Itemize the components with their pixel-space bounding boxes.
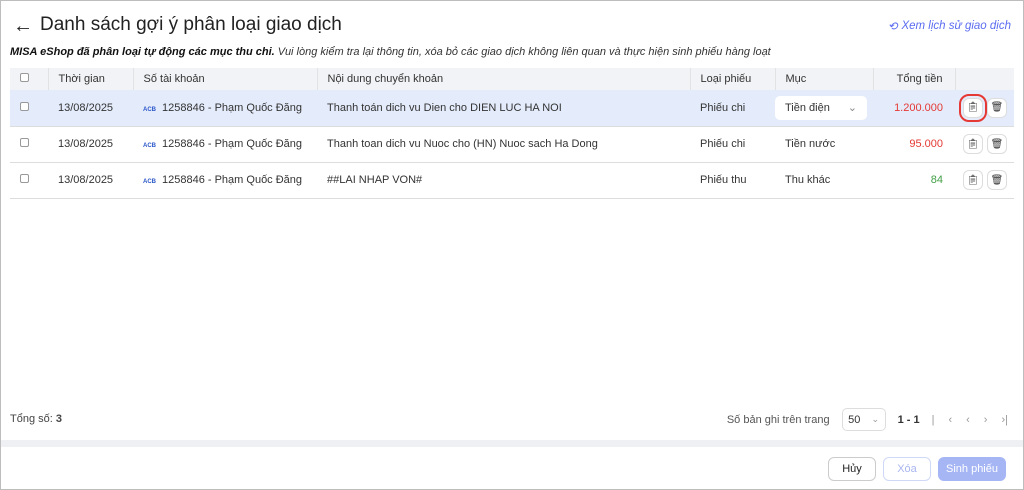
transactions-table: Thời gian Số tài khoản Nội dung chuyển k… xyxy=(10,68,1014,199)
account-text: 1258846 - Phạm Quốc Đăng xyxy=(162,101,303,114)
subtitle-rest: Vui lòng kiểm tra lại thông tin, xóa bỏ … xyxy=(274,46,771,58)
cancel-button[interactable]: Hủy xyxy=(828,457,876,481)
col-category: Mục xyxy=(775,68,874,90)
total-value: 3 xyxy=(55,413,62,425)
total-label: Tổng số: xyxy=(10,413,53,425)
per-page-label: Số bản ghi trên trang xyxy=(726,413,830,426)
account-text: 1258846 - Phạm Quốc Đăng xyxy=(162,138,303,150)
bank-logo-icon: ACB xyxy=(143,106,156,113)
col-amount: Tổng tiền xyxy=(873,68,956,90)
select-all-checkbox[interactable] xyxy=(20,73,29,82)
amount: 95.000 xyxy=(873,126,955,163)
col-time: Thời gian xyxy=(48,68,134,90)
account-text: 1258846 - Phạm Quốc Đăng xyxy=(162,174,303,186)
category-select[interactable]: Tiền điện ⌄ xyxy=(775,95,867,120)
last-page-icon[interactable]: ›| xyxy=(1001,414,1008,426)
table-row[interactable]: 13/08/2025 ACB 1258846 - Phạm Quốc Đăng T… xyxy=(10,90,1014,127)
trash-icon[interactable]: 🗑︎ xyxy=(987,134,1007,154)
per-page-select[interactable]: 50 ⌄ xyxy=(841,408,886,431)
account: ACB 1258846 - Phạm Quốc Đăng xyxy=(133,126,317,163)
date: 13/08/2025 xyxy=(48,90,133,127)
subtitle: MISA eShop đã phân loại tự động các mục … xyxy=(10,46,771,58)
per-page-value: 50 xyxy=(848,413,861,426)
category-value: Tiền điện xyxy=(785,101,830,114)
transfer-content: Thanh toan dich vu Nuoc cho (HN) Nuoc sa… xyxy=(317,126,690,163)
category: Thu khác xyxy=(785,174,831,186)
delete-button[interactable]: Xóa xyxy=(883,457,931,481)
clipboard-icon[interactable]: 📋︎ xyxy=(959,93,987,122)
first-page-icon[interactable]: |‹ xyxy=(932,414,967,426)
prev-page-icon[interactable]: ‹ xyxy=(966,414,984,426)
pagination: Số bản ghi trên trang 50 ⌄ 1 - 1 |‹‹››| xyxy=(727,408,1008,431)
col-account: Số tài khoản xyxy=(133,68,318,90)
page-title: Danh sách gợi ý phân loại giao dịch xyxy=(40,14,342,35)
transfer-content: Thanh toán dich vu Dien cho DIEN LUC HA … xyxy=(317,90,690,127)
table-row[interactable]: 13/08/2025 ACB 1258846 - Phạm Quốc Đăng #… xyxy=(10,162,1014,199)
chevron-down-icon: ⌄ xyxy=(871,414,880,424)
generate-vouchers-button[interactable]: Sinh phiếu xyxy=(938,457,1006,481)
next-page-icon[interactable]: › xyxy=(984,414,1002,426)
total-count: Tổng số: 3 xyxy=(10,413,62,425)
clipboard-icon[interactable]: 📋︎ xyxy=(963,170,983,190)
page-range: 1 - 1 xyxy=(897,413,920,426)
amount: 84 xyxy=(873,162,955,199)
transfer-content: ##LAI NHAP VON# xyxy=(317,162,690,199)
trash-icon[interactable]: 🗑︎ xyxy=(987,170,1007,190)
table-row[interactable]: 13/08/2025 ACB 1258846 - Phạm Quốc Đăng T… xyxy=(10,126,1014,163)
back-arrow-icon[interactable]: ← xyxy=(13,15,33,38)
chevron-down-icon: ⌄ xyxy=(847,102,857,115)
row-checkbox[interactable] xyxy=(20,174,29,183)
trash-icon[interactable]: 🗑︎ xyxy=(987,97,1007,118)
account: ACB 1258846 - Phạm Quốc Đăng xyxy=(133,162,317,199)
col-actions xyxy=(955,68,1014,90)
col-type: Loại phiếu xyxy=(690,68,776,90)
category: Tiền nước xyxy=(785,138,836,150)
bank-logo-icon: ACB xyxy=(143,179,156,185)
date: 13/08/2025 xyxy=(48,126,133,163)
history-link-label: Xem lịch sử giao dịch xyxy=(901,20,1011,32)
clipboard-icon[interactable]: 📋︎ xyxy=(963,134,983,154)
voucher-type: Phiếu chi xyxy=(690,126,775,163)
divider xyxy=(1,440,1023,447)
account: ACB 1258846 - Phạm Quốc Đăng xyxy=(133,90,317,127)
voucher-type: Phiếu chi xyxy=(690,90,775,127)
subtitle-bold: MISA eShop đã phân loại tự động các mục … xyxy=(10,46,275,58)
history-link[interactable]: ⟲ Xem lịch sử giao dịch xyxy=(888,19,1011,33)
history-icon: ⟲ xyxy=(887,21,898,33)
amount: 1.200.000 xyxy=(873,90,955,127)
voucher-type: Phiếu thu xyxy=(690,162,775,199)
col-content: Nội dung chuyển khoản xyxy=(317,68,691,90)
row-checkbox[interactable] xyxy=(20,138,29,147)
date: 13/08/2025 xyxy=(48,162,133,199)
bank-logo-icon: ACB xyxy=(143,143,156,149)
row-checkbox[interactable] xyxy=(20,101,29,111)
